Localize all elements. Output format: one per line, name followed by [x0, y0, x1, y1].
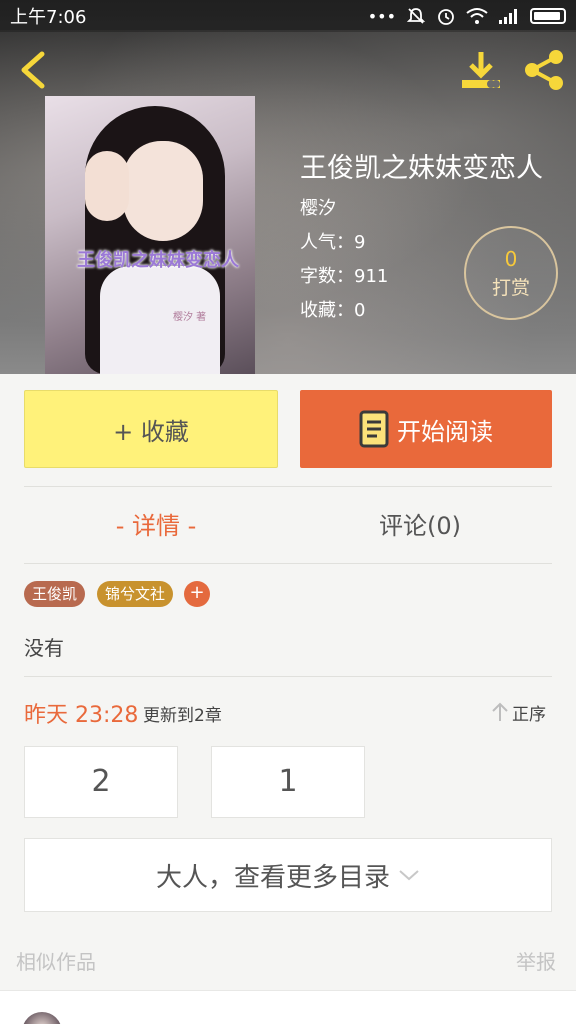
- cover-author: 樱汐 著: [173, 312, 207, 323]
- add-favorite-button[interactable]: + 收藏: [24, 390, 278, 468]
- similar-works-list: [0, 990, 576, 1024]
- chevron-down-icon: [399, 870, 419, 881]
- signal-icon: [499, 9, 517, 24]
- cover-face: [123, 141, 203, 241]
- dots-icon: •••: [367, 6, 396, 26]
- reward-count: 0: [504, 246, 518, 271]
- start-reading-label: 开始阅读: [397, 417, 493, 446]
- cover-title: 王俊凯之妹妹变恋人: [77, 250, 239, 271]
- chapter-item[interactable]: 1: [211, 746, 365, 818]
- update-status: 更新到2章: [143, 706, 222, 726]
- book-cover[interactable]: 王俊凯之妹妹变恋人 樱汐 著: [45, 96, 255, 374]
- sort-order-button[interactable]: 正序: [490, 697, 554, 727]
- status-time: 上午7:06: [10, 7, 87, 28]
- wifi-icon: [466, 8, 488, 24]
- download-icon: [462, 52, 500, 88]
- tab-comments[interactable]: 评论(0): [288, 498, 552, 554]
- divider: [24, 676, 552, 677]
- add-favorite-label: + 收藏: [113, 417, 189, 446]
- more-toc-label: 大人，查看更多目录: [155, 862, 390, 893]
- alarm-icon: [438, 9, 454, 25]
- book-title: 王俊凯之妹妹变恋人: [300, 153, 543, 184]
- arrow-up-icon: [492, 702, 508, 721]
- reward-label: 打赏: [491, 276, 530, 299]
- tag-item[interactable]: 王俊凯: [24, 581, 86, 607]
- tag-item[interactable]: 锦兮文社: [97, 581, 174, 607]
- add-tag-button[interactable]: +: [184, 581, 210, 607]
- cover-hand: [85, 151, 129, 221]
- favorites-stat: 收藏：0: [300, 300, 366, 321]
- back-button[interactable]: [14, 48, 54, 92]
- reward-button[interactable]: 0 打赏: [464, 226, 558, 320]
- status-bar: 上午7:06 •••: [0, 0, 576, 32]
- tab-detail[interactable]: - 详情 -: [24, 498, 288, 554]
- book-description: 没有: [24, 636, 64, 660]
- share-icon: [525, 50, 563, 90]
- chapter-item[interactable]: 2: [24, 746, 178, 818]
- divider: [24, 486, 552, 487]
- similar-works-heading: 相似作品: [16, 950, 96, 974]
- download-button[interactable]: [458, 48, 504, 92]
- report-link[interactable]: 举报: [516, 946, 556, 975]
- book-icon: [359, 410, 389, 448]
- more-toc-button[interactable]: 大人，查看更多目录: [24, 838, 552, 912]
- popularity-stat: 人气：9: [300, 232, 366, 253]
- book-author[interactable]: 樱汐: [300, 194, 336, 220]
- sort-order-label: 正序: [512, 704, 546, 725]
- divider: [24, 563, 552, 564]
- mute-icon: [406, 8, 426, 24]
- share-button[interactable]: [520, 48, 568, 92]
- update-time: 昨天 23:28: [24, 703, 139, 728]
- status-icons: •••: [368, 6, 566, 26]
- chevron-left-icon: [21, 51, 45, 89]
- battery-icon: [530, 8, 566, 24]
- word-count-stat: 字数：911: [300, 266, 389, 287]
- start-reading-button[interactable]: 开始阅读: [300, 390, 552, 468]
